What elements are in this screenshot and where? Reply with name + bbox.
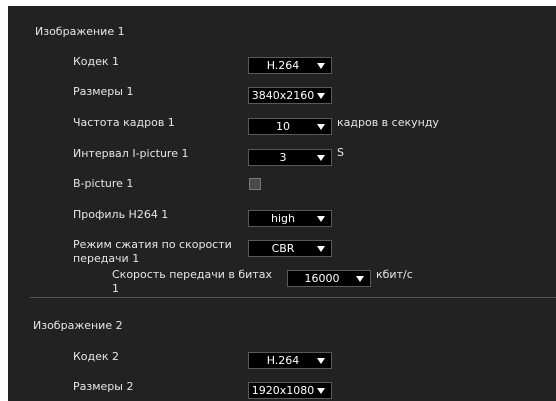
bit-rate-1-label-line1: Скорость передачи в битах xyxy=(112,268,272,281)
section-divider xyxy=(30,297,556,298)
i-interval-1-unit: S xyxy=(337,146,344,159)
size-2-select[interactable]: 1920x1080 xyxy=(248,382,332,399)
bit-rate-1-unit: кбит/с xyxy=(376,268,413,281)
rate-mode-1-label-line2: передачи 1 xyxy=(73,252,140,265)
chevron-down-icon xyxy=(317,216,325,222)
profile-1-value: high xyxy=(271,212,295,225)
codec-2-label: Кодек 2 xyxy=(73,350,120,363)
rate-mode-1-label-line1: Режим сжатия по скорости xyxy=(73,238,232,251)
section-title-image-1: Изображение 1 xyxy=(35,25,125,38)
chevron-down-icon xyxy=(317,358,325,364)
size-1-label: Размеры 1 xyxy=(73,85,134,98)
chevron-down-icon xyxy=(356,276,364,282)
i-interval-1-value: 3 xyxy=(279,151,287,164)
codec-1-value: H.264 xyxy=(266,59,300,72)
chevron-down-icon xyxy=(317,63,325,69)
chevron-down-icon xyxy=(317,246,325,252)
rate-mode-1-value: CBR xyxy=(271,242,295,255)
codec-1-select[interactable]: H.264 xyxy=(248,57,332,74)
size-2-value: 1920x1080 xyxy=(251,384,315,397)
chevron-down-icon xyxy=(317,155,325,161)
size-2-label: Размеры 2 xyxy=(73,380,134,393)
settings-panel: Изображение 1 Кодек 1 H.264 Размеры 1 38… xyxy=(8,6,556,401)
chevron-down-icon xyxy=(317,124,325,130)
profile-1-select[interactable]: high xyxy=(248,210,332,227)
bit-rate-1-select[interactable]: 16000 xyxy=(287,270,371,287)
section-title-image-2: Изображение 2 xyxy=(33,319,123,332)
bit-rate-1-label-line2: 1 xyxy=(112,282,119,295)
bit-rate-1-value: 16000 xyxy=(304,272,340,285)
frame-rate-1-value: 10 xyxy=(276,120,290,133)
frame-rate-1-select[interactable]: 10 xyxy=(248,118,332,135)
frame-rate-1-label: Частота кадров 1 xyxy=(73,116,175,129)
i-interval-1-label: Интервал I-picture 1 xyxy=(73,147,189,160)
rate-mode-1-select[interactable]: CBR xyxy=(248,240,332,257)
chevron-down-icon xyxy=(317,93,325,99)
i-interval-1-select[interactable]: 3 xyxy=(248,149,332,166)
codec-1-label: Кодек 1 xyxy=(73,55,120,68)
codec-2-select[interactable]: H.264 xyxy=(248,352,332,369)
size-1-value: 3840x2160 xyxy=(251,89,315,102)
profile-1-label: Профиль H264 1 xyxy=(73,208,169,221)
chevron-down-icon xyxy=(317,388,325,394)
size-1-select[interactable]: 3840x2160 xyxy=(248,87,332,104)
codec-2-value: H.264 xyxy=(266,354,300,367)
frame-rate-1-unit: кадров в секунду xyxy=(337,116,439,129)
b-picture-1-checkbox[interactable] xyxy=(249,178,261,190)
b-picture-1-label: B-picture 1 xyxy=(73,177,134,190)
